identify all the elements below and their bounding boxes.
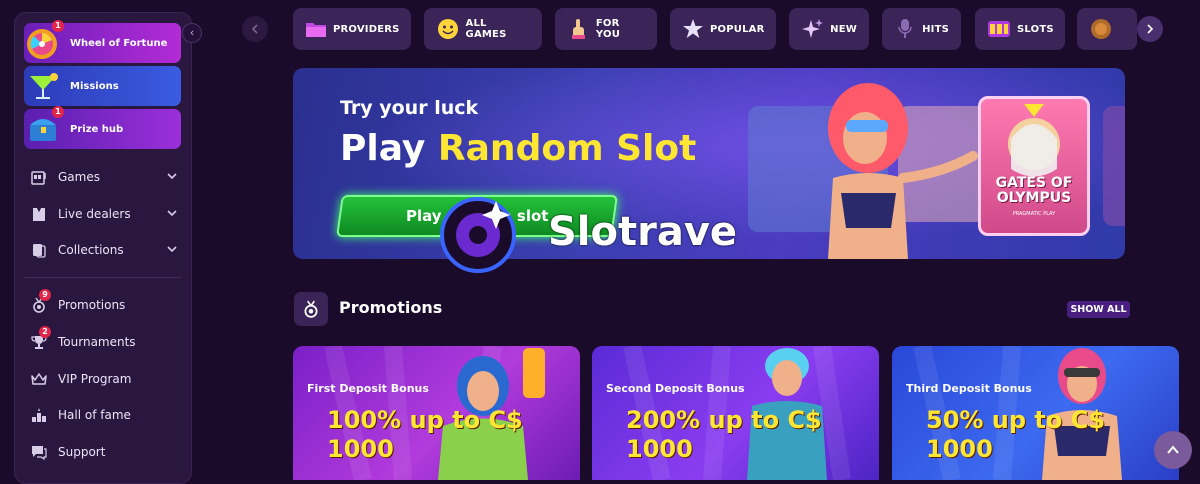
- bonus-card-third[interactable]: Third Deposit Bonus 50% up to C$ 1000: [892, 346, 1179, 480]
- sidebar-item-collections[interactable]: Collections: [29, 238, 179, 262]
- hero-title: Play Random Slot: [340, 128, 696, 169]
- bonus-amount-line2: 1000: [327, 435, 394, 463]
- sidebar-item-label: Collections: [58, 243, 124, 257]
- bonus-amount-line1: 100% up to C$: [327, 406, 523, 434]
- sidebar: 1 Wheel of Fortune Missions 1 Prize hub …: [14, 12, 192, 484]
- folder-icon: [305, 17, 327, 41]
- chevron-up-icon: [1167, 445, 1179, 454]
- crown-icon: [29, 369, 49, 389]
- category-providers[interactable]: PROVIDERS: [293, 8, 411, 50]
- sidebar-item-tournaments[interactable]: 2 Tournaments: [29, 326, 179, 354]
- microphone-icon: [894, 17, 916, 41]
- sidebar-item-live-dealers[interactable]: Live dealers: [29, 202, 179, 226]
- promotions-title: Promotions: [339, 298, 443, 317]
- tuxedo-icon: [29, 204, 49, 224]
- chevron-left-icon: [251, 24, 258, 34]
- category-popular[interactable]: POPULAR: [670, 8, 776, 50]
- tournaments-badge: 2: [39, 326, 51, 338]
- promotions-section-icon: [294, 292, 328, 326]
- category-label: FOR YOU: [595, 18, 621, 40]
- site-logo[interactable]: Slotrave: [440, 195, 770, 285]
- sidebar-item-label: Live dealers: [58, 207, 131, 221]
- pointing-hand-icon: [567, 17, 590, 41]
- gates-provider: PRAGMATIC PLAY: [1012, 211, 1056, 217]
- sidebar-collapse-button[interactable]: ‹: [182, 23, 202, 43]
- missions-label: Missions: [70, 80, 119, 92]
- star-icon: [682, 17, 704, 41]
- medal-icon: [304, 300, 318, 318]
- sidebar-item-label: Tournaments: [58, 335, 136, 349]
- bonus-amount-line1: 50% up to C$: [926, 406, 1106, 434]
- bonus-label: Second Deposit Bonus: [606, 382, 745, 395]
- bonus-amount: 200% up to C$ 1000: [626, 406, 822, 464]
- missions-card[interactable]: Missions: [24, 66, 181, 106]
- category-slots[interactable]: SLOTS: [975, 8, 1065, 50]
- slot-machine-icon: [29, 167, 49, 187]
- category-label: HITS: [922, 23, 949, 35]
- sidebar-item-promotions[interactable]: 9 Promotions: [29, 289, 179, 317]
- category-label: ALL GAMES: [465, 18, 507, 40]
- wheel-label: Wheel of Fortune: [70, 37, 168, 49]
- trophy-icon: 2: [29, 326, 51, 352]
- game-tile-gates-of-olympus[interactable]: GATES OF OLYMPUS PRAGMATIC PLAY: [978, 96, 1090, 236]
- chevron-down-icon[interactable]: [165, 169, 179, 183]
- slot-reels-icon: [987, 17, 1011, 41]
- hero-subtitle: Try your luck: [340, 97, 479, 119]
- bonus-label: Third Deposit Bonus: [906, 382, 1032, 395]
- promotions-badge: 9: [39, 289, 51, 301]
- prize-hub-label: Prize hub: [70, 123, 124, 135]
- sidebar-item-games[interactable]: Games: [29, 165, 179, 189]
- category-all-games[interactable]: ALL GAMES: [424, 8, 542, 50]
- chevron-down-icon[interactable]: [165, 242, 179, 256]
- vinyl-disc-icon: [440, 197, 516, 273]
- hero-title-prefix: Play: [340, 128, 438, 169]
- cocktail-icon: [30, 73, 58, 99]
- sidebar-item-label: Promotions: [58, 298, 126, 312]
- category-scroll-left-button[interactable]: [242, 16, 268, 42]
- prize-hub-card[interactable]: 1 Prize hub: [24, 106, 181, 149]
- chat-icon: [29, 442, 49, 462]
- category-more[interactable]: [1077, 8, 1137, 50]
- bonus-label: First Deposit Bonus: [307, 382, 429, 395]
- wheel-of-fortune-card[interactable]: 1 Wheel of Fortune: [24, 20, 181, 63]
- coin-icon: [1089, 17, 1113, 41]
- bonus-amount: 50% up to C$ 1000: [926, 406, 1105, 464]
- sidebar-item-hall-of-fame[interactable]: Hall of fame: [29, 403, 179, 427]
- show-all-button[interactable]: SHOW ALL: [1067, 301, 1130, 318]
- cards-icon: [29, 240, 49, 260]
- category-hits[interactable]: HITS: [882, 8, 961, 50]
- sidebar-item-label: Games: [58, 170, 100, 184]
- category-new[interactable]: NEW: [789, 8, 869, 50]
- bonus-amount-line1: 200% up to C$: [626, 406, 822, 434]
- logo-text: Slotrave: [548, 209, 738, 255]
- category-scroll-right-button[interactable]: [1137, 16, 1163, 42]
- chevron-right-icon: [1147, 24, 1154, 34]
- wheel-badge: 1: [52, 20, 64, 32]
- bonus-card-first[interactable]: First Deposit Bonus 100% up to C$ 1000: [293, 346, 580, 480]
- bonus-amount-line2: 1000: [926, 435, 993, 463]
- sidebar-divider: [24, 277, 181, 278]
- sparkle-icon: [801, 17, 824, 41]
- sidebar-item-label: VIP Program: [58, 372, 132, 386]
- gates-title: GATES OF OLYMPUS: [995, 175, 1073, 206]
- medal-icon: 9: [29, 289, 51, 315]
- sidebar-item-label: Support: [58, 445, 106, 459]
- sidebar-item-support[interactable]: Support: [29, 440, 179, 464]
- category-label: PROVIDERS: [333, 23, 400, 35]
- category-label: POPULAR: [710, 23, 765, 35]
- sidebar-item-label: Hall of fame: [58, 408, 131, 422]
- smiley-icon: [436, 17, 460, 41]
- podium-icon: [29, 405, 49, 425]
- category-for-you[interactable]: FOR YOU: [555, 8, 657, 50]
- category-label: SLOTS: [1017, 23, 1054, 35]
- bonus-amount: 100% up to C$ 1000: [327, 406, 523, 464]
- category-label: NEW: [830, 23, 857, 35]
- chevron-down-icon[interactable]: [165, 206, 179, 220]
- sidebar-item-vip-program[interactable]: VIP Program: [29, 367, 179, 391]
- hero-title-highlight: Random Slot: [437, 128, 697, 169]
- prize-hub-badge: 1: [52, 106, 64, 118]
- bonus-card-second[interactable]: Second Deposit Bonus 200% up to C$ 1000: [592, 346, 879, 480]
- scroll-to-top-button[interactable]: [1154, 431, 1192, 469]
- bonus-amount-line2: 1000: [626, 435, 693, 463]
